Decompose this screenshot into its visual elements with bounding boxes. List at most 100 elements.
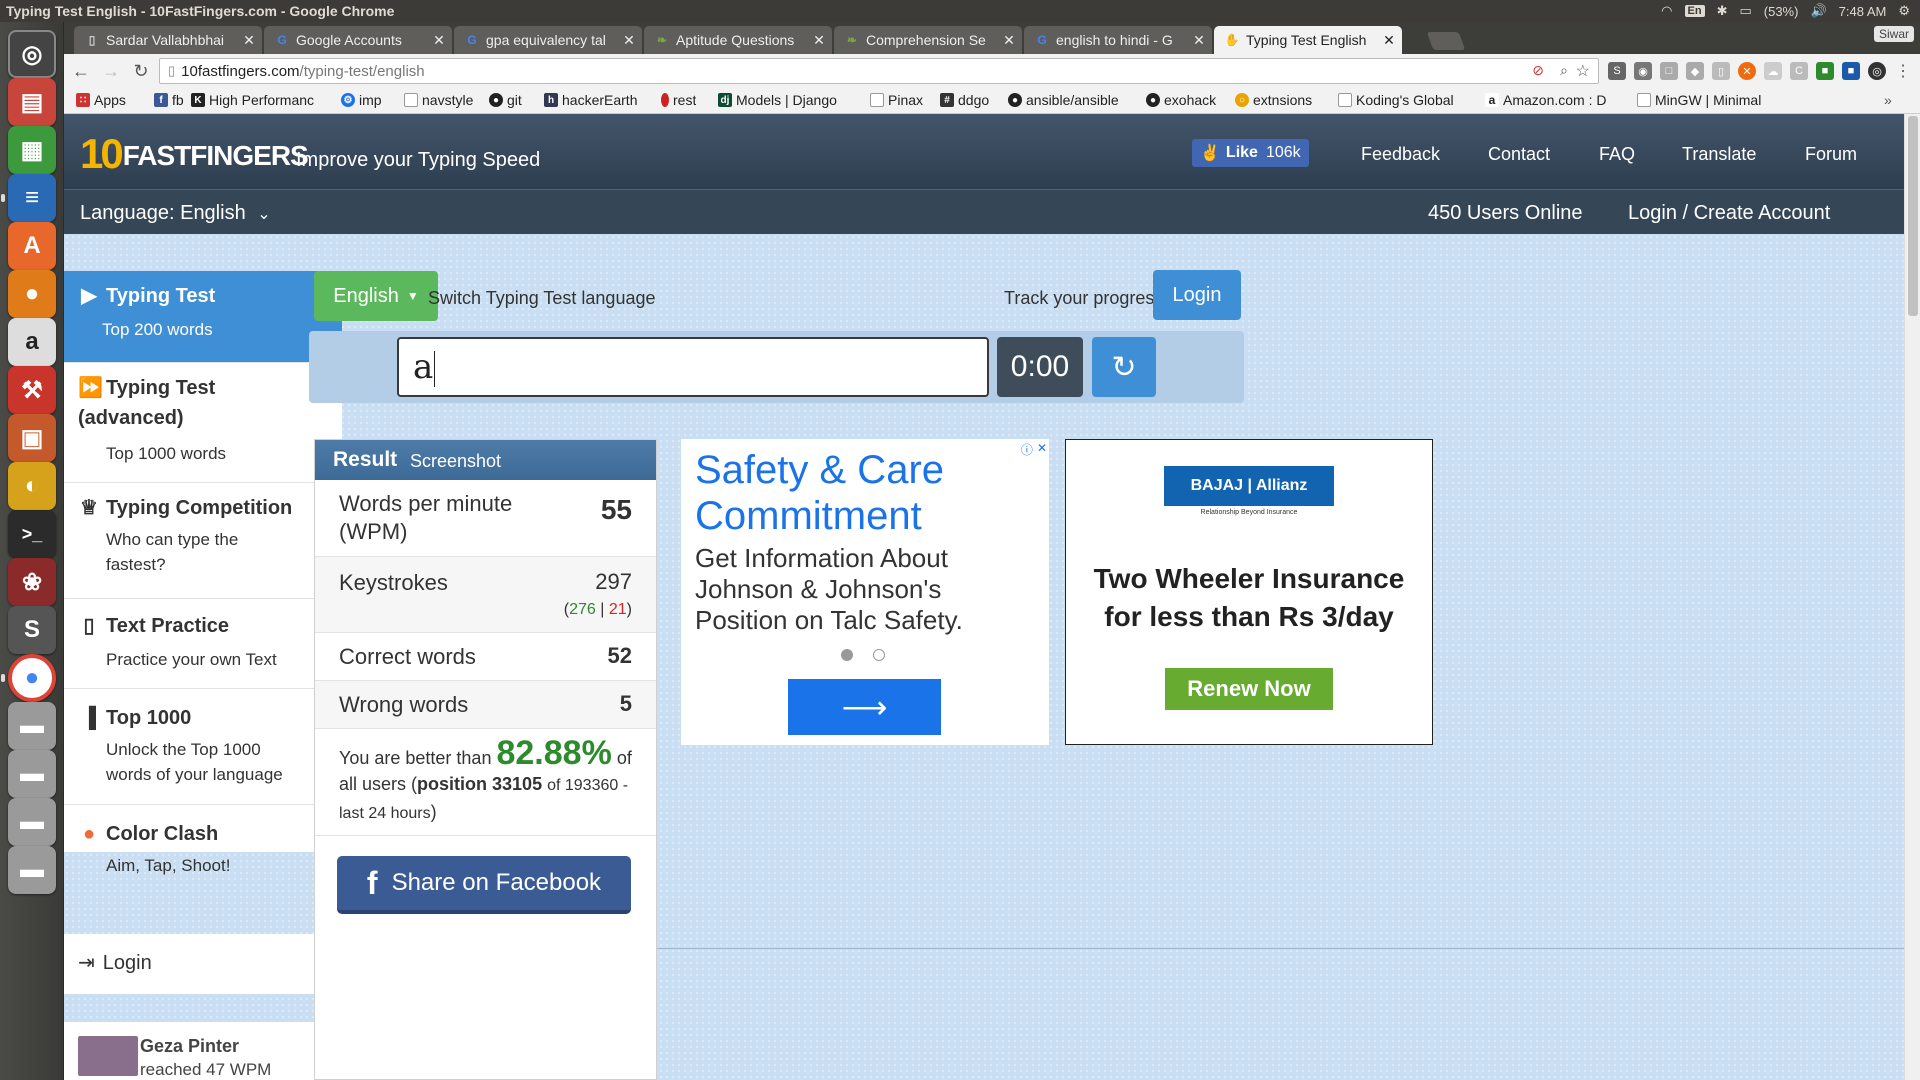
- nav-feedback[interactable]: Feedback: [1361, 144, 1440, 165]
- bookmarks-overflow-icon[interactable]: »: [1884, 92, 1892, 108]
- bookmark-item[interactable]: ⚙ imp: [341, 92, 382, 108]
- close-icon[interactable]: ✕: [1037, 441, 1047, 458]
- bookmark-item[interactable]: a Amazon.com : D: [1485, 92, 1615, 108]
- browser-tab[interactable]: ❧ Comprehension Se ✕: [834, 26, 1022, 54]
- bookmark-item[interactable]: ● ansible/ansible: [1008, 92, 1119, 108]
- bookmark-item[interactable]: K High Performanc: [191, 92, 331, 108]
- sidebar-item-typing-competition[interactable]: ♕ Typing Competition Who can type the fas…: [64, 483, 342, 599]
- back-icon[interactable]: ←: [68, 58, 94, 84]
- ubuntu-dash-icon[interactable]: ◎: [8, 30, 56, 78]
- keyboard-layout-indicator[interactable]: En: [1684, 5, 1705, 17]
- chrome-icon[interactable]: ●: [8, 654, 56, 702]
- sublime-text-icon[interactable]: S: [8, 606, 56, 654]
- close-icon[interactable]: ✕: [1000, 32, 1018, 49]
- bookmark-item[interactable]: Koding's Global: [1338, 92, 1468, 108]
- page-info-icon[interactable]: ▯: [168, 63, 175, 79]
- close-icon[interactable]: ✕: [430, 32, 448, 49]
- nav-contact[interactable]: Contact: [1488, 144, 1550, 165]
- bookmark-item[interactable]: MinGW | Minimal: [1637, 92, 1777, 108]
- spreadsheet-icon[interactable]: ▦: [8, 126, 56, 174]
- renew-now-button[interactable]: Renew Now: [1165, 668, 1333, 710]
- nav-forum[interactable]: Forum: [1805, 144, 1857, 165]
- language-dropdown-button[interactable]: English ▼: [314, 271, 438, 321]
- bookmark-apps[interactable]: ∷ Apps: [76, 92, 126, 108]
- carousel-dot[interactable]: [841, 649, 853, 661]
- close-icon[interactable]: ✕: [240, 32, 258, 49]
- address-bar[interactable]: ▯ 10fastfingers.com/typing-test/english …: [159, 58, 1599, 84]
- new-tab-button[interactable]: [1426, 32, 1466, 50]
- system-indicators[interactable]: ◠ En ✱ ▭ (53%) 🔊 7:48 AM ⚙: [1661, 0, 1910, 22]
- blocked-icon[interactable]: ⊘: [1532, 62, 1544, 79]
- nav-translate[interactable]: Translate: [1682, 144, 1756, 165]
- amazon-icon[interactable]: a: [8, 318, 56, 366]
- sidebar-item-text-practice[interactable]: ▯ Text Practice Practice your own Text: [64, 599, 342, 689]
- browser-tab[interactable]: ❧ Aptitude Questions ✕: [644, 26, 832, 54]
- close-icon[interactable]: ✕: [810, 32, 828, 49]
- bookmark-item[interactable]: h hackerEarth: [544, 92, 637, 108]
- browser-tab-active[interactable]: ✋ Typing Test English ✕: [1214, 26, 1402, 54]
- firefox-icon[interactable]: ●: [8, 270, 56, 318]
- sidebar-item-top-1000[interactable]: ▐ Top 1000 Unlock the Top 1000 words of y…: [64, 689, 342, 805]
- nav-faq[interactable]: FAQ: [1599, 144, 1635, 165]
- game-icon[interactable]: ❀: [8, 558, 56, 606]
- sidebar-item-typing-test[interactable]: ▶ Typing Test Top 200 words: [64, 271, 342, 363]
- profile-button[interactable]: Siwar: [1873, 26, 1914, 42]
- extension-icon[interactable]: □: [1660, 62, 1678, 80]
- extension-icon[interactable]: ■: [1816, 62, 1834, 80]
- extension-icon[interactable]: C: [1790, 62, 1808, 80]
- files-icon[interactable]: ▤: [8, 78, 56, 126]
- bookmark-item[interactable]: f fb: [154, 92, 184, 108]
- drive-icon[interactable]: ▬: [8, 798, 56, 846]
- wifi-icon[interactable]: ◠: [1661, 3, 1672, 19]
- browser-tab[interactable]: ▯ Sardar Vallabhbhai ✕: [74, 26, 262, 54]
- bookmark-item[interactable]: navstyle: [404, 92, 473, 108]
- terminal-icon[interactable]: >_: [8, 510, 56, 558]
- presentation-icon[interactable]: ▣: [8, 414, 56, 462]
- sidebar-login[interactable]: ⇥ Login: [64, 934, 342, 994]
- software-center-icon[interactable]: A: [8, 222, 56, 270]
- battery-icon[interactable]: ▭: [1739, 3, 1751, 19]
- eclipse-icon[interactable]: ◐: [8, 462, 56, 510]
- drive-icon[interactable]: ▬: [8, 750, 56, 798]
- sidebar-item-color-clash[interactable]: ● Color Clash Aim, Tap, Shoot!: [64, 805, 342, 891]
- volume-icon[interactable]: 🔊: [1810, 3, 1826, 19]
- drive-icon[interactable]: ▬: [8, 702, 56, 750]
- typing-input[interactable]: a: [397, 337, 989, 397]
- ad-bajaj-allianz[interactable]: BAJAJ | Allianz Relationship Beyond Insu…: [1065, 439, 1433, 745]
- extension-icon[interactable]: ▯: [1712, 62, 1730, 80]
- bookmark-item[interactable]: # ddgo: [940, 92, 989, 108]
- recent-user-name[interactable]: Geza Pinter: [140, 1036, 239, 1057]
- system-settings-icon[interactable]: ⚒: [8, 366, 56, 414]
- cloud-icon[interactable]: ☁: [1764, 62, 1782, 80]
- extension-icon[interactable]: ◉: [1634, 62, 1652, 80]
- writer-icon[interactable]: ≡: [8, 174, 56, 222]
- reload-icon[interactable]: ↻: [128, 58, 154, 84]
- page-scrollbar[interactable]: [1904, 114, 1920, 1080]
- extension-icon[interactable]: ✕: [1738, 62, 1756, 80]
- carousel-dot[interactable]: [873, 649, 885, 661]
- battery-percent[interactable]: (53%): [1764, 4, 1799, 19]
- share-facebook-button[interactable]: f Share on Facebook: [337, 856, 631, 914]
- login-button[interactable]: Login: [1153, 270, 1241, 320]
- browser-tab[interactable]: G Google Accounts ✕: [264, 26, 452, 54]
- sidebar-item-typing-test-advanced[interactable]: ⏩ Typing Test (advanced) Top 1000 words: [64, 363, 342, 483]
- gear-icon[interactable]: ⚙: [1898, 3, 1910, 19]
- site-logo[interactable]: 10 FASTFINGERS: [80, 126, 309, 176]
- extension-icon[interactable]: ◆: [1686, 62, 1704, 80]
- close-icon[interactable]: ✕: [620, 32, 638, 49]
- browser-tab[interactable]: G gpa equivalency tal ✕: [454, 26, 642, 54]
- close-icon[interactable]: ✕: [1380, 32, 1398, 49]
- restart-button[interactable]: ↻: [1092, 337, 1156, 397]
- zoom-icon[interactable]: ⌕: [1560, 62, 1568, 79]
- extension-icon[interactable]: ◎: [1868, 62, 1886, 80]
- bookmark-star-icon[interactable]: ☆: [1576, 61, 1590, 81]
- scrollbar-thumb[interactable]: [1908, 116, 1918, 316]
- clock[interactable]: 7:48 AM: [1839, 4, 1887, 19]
- language-selector[interactable]: Language: English ⌄: [80, 202, 271, 225]
- login-create-link[interactable]: Login / Create Account: [1628, 202, 1830, 225]
- ad-arrow-button[interactable]: ⟶: [788, 679, 941, 735]
- extension-icon[interactable]: S: [1608, 62, 1626, 80]
- drive-icon[interactable]: ▬: [8, 846, 56, 894]
- bookmark-item[interactable]: ○ extnsions: [1235, 92, 1312, 108]
- ad-title[interactable]: Safety & Care Commitment: [695, 447, 1035, 539]
